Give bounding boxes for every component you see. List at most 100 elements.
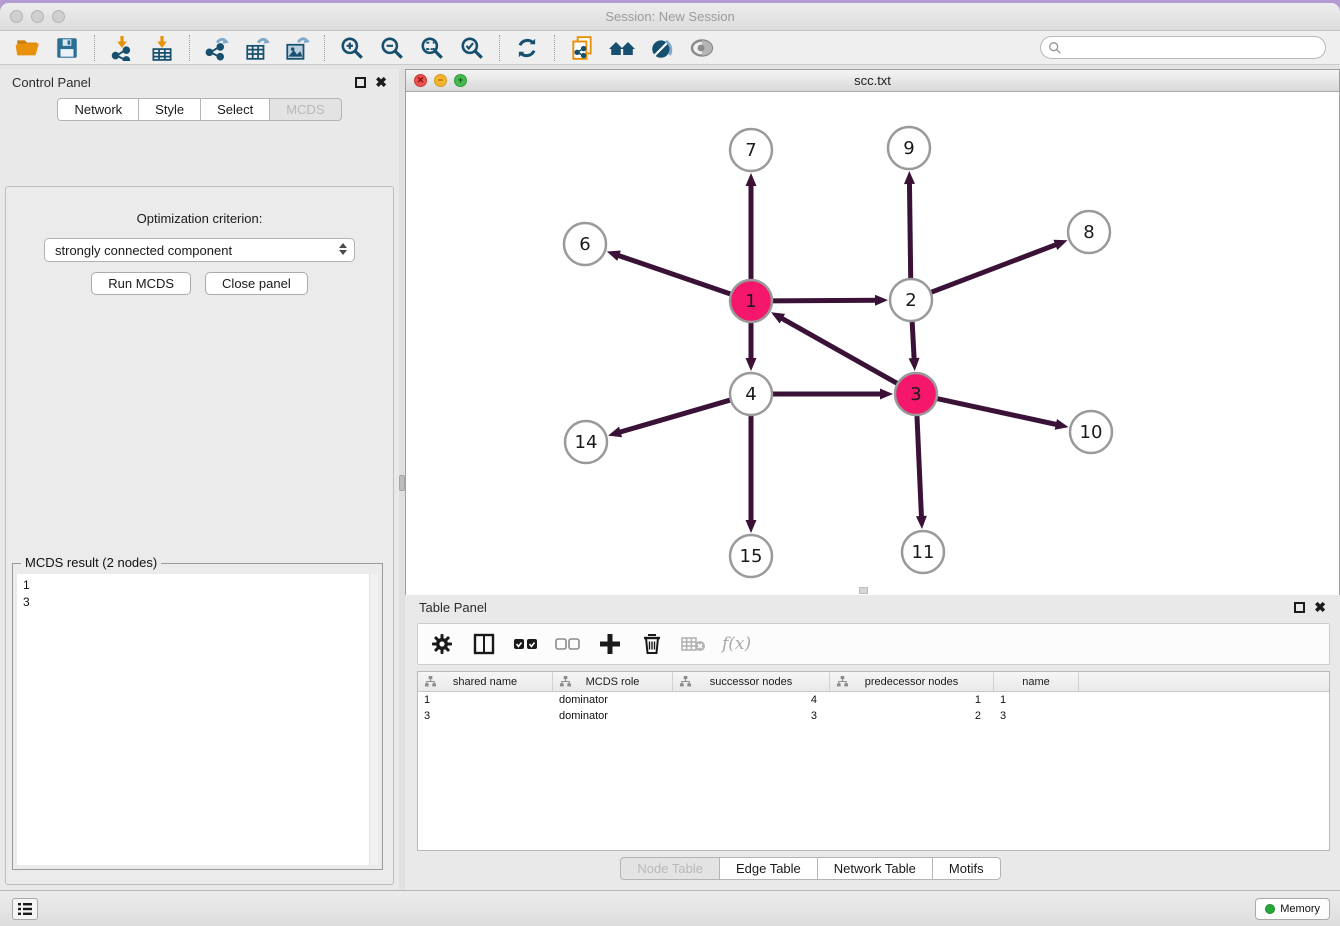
node-label-2: 2 [905, 290, 916, 311]
search-input[interactable] [1066, 41, 1325, 55]
edge-arrowhead [608, 427, 622, 438]
tab-mcds[interactable]: MCDS [270, 98, 341, 121]
table-cell: 1 [830, 694, 994, 706]
hierarchy-icon [560, 676, 571, 687]
edge-arrowhead [607, 250, 621, 260]
table-cell: 3 [673, 710, 830, 722]
hierarchy-icon [837, 676, 848, 687]
close-panel-icon[interactable]: ✖ [375, 75, 387, 89]
edge-arrowhead [1053, 240, 1067, 250]
hierarchy-icon [425, 676, 436, 687]
zoom-fit-icon[interactable] [417, 34, 447, 62]
add-column-icon[interactable] [596, 629, 624, 659]
list-icon [17, 902, 33, 916]
export-image-icon[interactable] [282, 34, 312, 62]
edge-arrowhead [1055, 419, 1069, 430]
table-tabs: Node Table Edge Table Network Table Moti… [343, 857, 1278, 880]
column-pane-icon[interactable] [470, 629, 498, 659]
table-toolbar: f(x) [417, 623, 1330, 665]
status-bar: Memory [0, 890, 1340, 926]
close-panel-button[interactable]: Close panel [205, 272, 308, 295]
edge-4-14[interactable] [618, 399, 733, 432]
column-header-MCDS-role[interactable]: MCDS role [553, 672, 673, 691]
save-session-icon[interactable] [52, 34, 82, 62]
network-canvas[interactable]: 1234678910111415 [406, 92, 1339, 595]
column-header-shared-name[interactable]: shared name [418, 672, 553, 691]
zoom-selected-icon[interactable] [457, 34, 487, 62]
delete-icon[interactable] [638, 629, 666, 659]
optimization-criterion-select[interactable]: strongly connected component [44, 238, 355, 262]
edge-2-8[interactable] [929, 244, 1058, 293]
table-cell: 3 [994, 710, 1079, 722]
float-panel-icon[interactable] [355, 77, 366, 88]
duplicate-network-icon[interactable] [567, 34, 597, 62]
eye-icon[interactable] [687, 34, 717, 62]
column-header-predecessor-nodes[interactable]: predecessor nodes [830, 672, 994, 691]
memory-button[interactable]: Memory [1255, 898, 1330, 920]
refresh-icon[interactable] [512, 34, 542, 62]
node-label-1: 1 [745, 291, 756, 312]
edge-2-3[interactable] [912, 319, 914, 361]
network-window-titlebar[interactable]: ✕ − + scc.txt [406, 70, 1339, 92]
float-table-panel-icon[interactable] [1294, 602, 1305, 613]
node-label-8: 8 [1083, 222, 1094, 243]
table-cell: 4 [673, 694, 830, 706]
edge-arrowhead [916, 516, 927, 529]
tab-node-table[interactable]: Node Table [620, 857, 720, 880]
import-network-icon[interactable] [107, 34, 137, 62]
table-row[interactable]: 1dominator411 [418, 692, 1329, 708]
edge-arrowhead [875, 295, 888, 306]
edge-1-6[interactable] [616, 255, 733, 295]
network-view-window: ✕ − + scc.txt 1234678910111415 [405, 69, 1340, 595]
node-label-11: 11 [912, 542, 935, 563]
import-table-icon[interactable] [147, 34, 177, 62]
tab-motifs[interactable]: Motifs [933, 857, 1001, 880]
tab-style[interactable]: Style [139, 98, 201, 121]
edge-3-11[interactable] [917, 413, 922, 519]
export-table-icon[interactable] [242, 34, 272, 62]
node-label-4: 4 [745, 384, 756, 405]
edge-arrowhead [880, 389, 893, 400]
select-all-icon[interactable] [512, 629, 540, 659]
column-header-name[interactable]: name [994, 672, 1079, 691]
export-network-icon[interactable] [202, 34, 232, 62]
close-table-panel-icon[interactable]: ✖ [1314, 600, 1326, 614]
edge-3-10[interactable] [935, 398, 1059, 425]
open-session-icon[interactable] [12, 34, 42, 62]
table-column-header[interactable]: shared nameMCDS rolesuccessor nodesprede… [418, 672, 1329, 692]
mcds-result-textarea[interactable]: 13 [17, 574, 378, 865]
node-label-9: 9 [903, 138, 914, 159]
table-cell: 2 [830, 710, 994, 722]
run-mcds-button[interactable]: Run MCDS [91, 272, 191, 295]
result-line: 1 [23, 577, 378, 594]
tab-select[interactable]: Select [201, 98, 270, 121]
task-history-button[interactable] [12, 898, 38, 920]
edge-2-9[interactable] [909, 181, 910, 281]
table-cell: 1 [994, 694, 1079, 706]
tab-network[interactable]: Network [57, 98, 139, 121]
home-icon[interactable] [607, 34, 637, 62]
table-panel-title: Table Panel [419, 600, 487, 615]
network-graph[interactable]: 1234678910111415 [406, 92, 1340, 595]
edge-1-2[interactable] [770, 300, 878, 301]
canvas-scroll-handle[interactable] [859, 587, 868, 594]
window-title: Session: New Session [0, 9, 1340, 24]
tab-edge-table[interactable]: Edge Table [720, 857, 818, 880]
hierarchy-icon [680, 676, 691, 687]
result-scrollbar[interactable] [369, 574, 378, 865]
style-icon[interactable] [647, 34, 677, 62]
search-field[interactable] [1040, 36, 1326, 59]
tab-network-table[interactable]: Network Table [818, 857, 933, 880]
node-label-14: 14 [575, 432, 598, 453]
gear-icon[interactable] [428, 629, 456, 659]
table-row[interactable]: 3dominator323 [418, 708, 1329, 724]
control-panel-tabs: Network Style Select MCDS [0, 98, 399, 121]
edge-3-1[interactable] [780, 317, 900, 384]
zoom-in-icon[interactable] [337, 34, 367, 62]
edge-arrowhead [746, 358, 757, 371]
zoom-out-icon[interactable] [377, 34, 407, 62]
edge-arrowhead [746, 520, 757, 533]
column-header-successor-nodes[interactable]: successor nodes [673, 672, 830, 691]
node-table[interactable]: shared nameMCDS rolesuccessor nodesprede… [417, 671, 1330, 851]
deselect-all-icon[interactable] [554, 629, 582, 659]
